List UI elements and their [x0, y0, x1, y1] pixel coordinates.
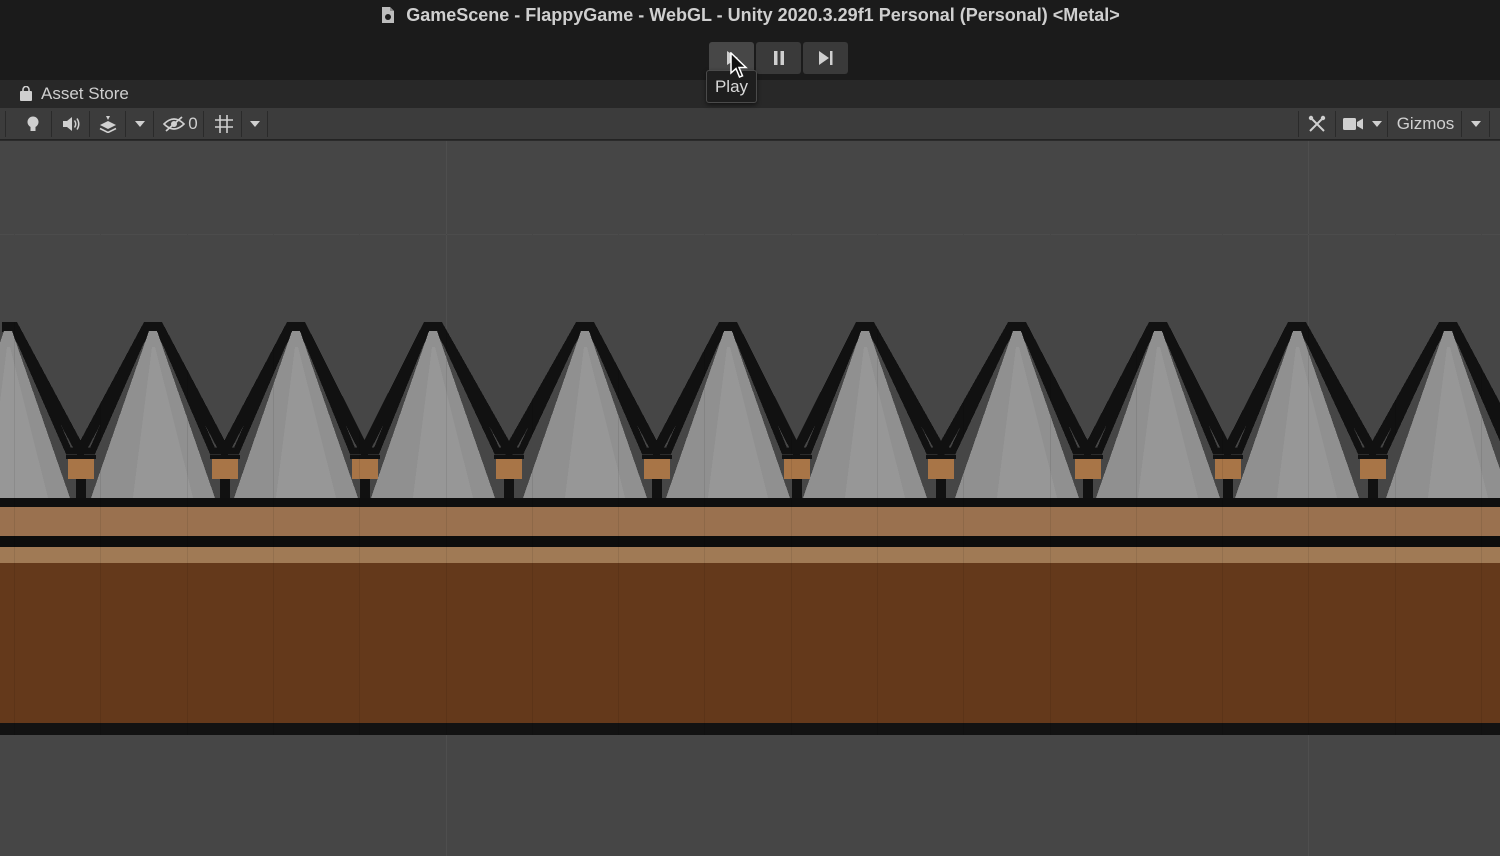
window-title: GameScene - FlappyGame - WebGL - Unity 2…: [406, 4, 1120, 25]
pause-icon: [773, 51, 784, 65]
ground-body: [0, 563, 1500, 723]
spike-base-outline: [350, 455, 380, 459]
step-icon: [818, 51, 832, 65]
gizmos-dropdown[interactable]: [1462, 111, 1490, 137]
spike-base: [352, 459, 378, 479]
spike-base: [1360, 459, 1386, 479]
grid-line: [14, 141, 15, 856]
grid-line: [877, 141, 878, 856]
spike-stem: [1083, 479, 1093, 498]
pause-button[interactable]: [756, 42, 801, 74]
grid-line: [0, 234, 1500, 235]
spike-stem: [936, 479, 946, 498]
tab-asset-store[interactable]: Asset Store: [0, 80, 129, 108]
spike-base-outline: [494, 455, 524, 459]
effects-dropdown[interactable]: [126, 111, 154, 137]
mouse-cursor-icon: [730, 52, 748, 78]
ground-platform: [0, 498, 1500, 735]
audio-toggle[interactable]: [52, 111, 90, 137]
spike-base: [644, 459, 670, 479]
spike-stem: [1368, 479, 1378, 498]
grid-line: [532, 141, 533, 856]
chevron-down-icon: [134, 121, 145, 127]
spike-stem: [220, 479, 230, 498]
spike-row: [0, 322, 1500, 498]
spike-base-outline: [642, 455, 672, 459]
scene-toolbar: 0 Gizmos: [0, 108, 1500, 140]
spike-base: [1215, 459, 1241, 479]
ground-mid-outline: [0, 536, 1500, 547]
grid-line: [187, 141, 188, 856]
scene-view[interactable]: [0, 141, 1500, 856]
grid-line: [1395, 141, 1396, 856]
ground-top-outline: [0, 498, 1500, 507]
spike-base-outline: [1213, 455, 1243, 459]
spike-base: [784, 459, 810, 479]
spike-base: [928, 459, 954, 479]
spike-stem: [76, 479, 86, 498]
chevron-down-icon: [1371, 121, 1382, 127]
speaker-icon: [62, 117, 79, 131]
grid-line: [1050, 141, 1051, 856]
spike-base-outline: [1358, 455, 1388, 459]
scene-file-icon: [380, 6, 396, 24]
spike-base-outline: [210, 455, 240, 459]
hidden-objects-toggle[interactable]: 0: [158, 111, 204, 137]
grid-line: [100, 141, 101, 856]
camera-settings-dropdown[interactable]: [1336, 111, 1388, 137]
spike-base-outline: [926, 455, 956, 459]
grid-line: [446, 141, 447, 856]
lighting-toggle[interactable]: [14, 111, 52, 137]
grid-line: [618, 141, 619, 856]
tools-icon: [1308, 115, 1326, 132]
layers-icon: [99, 116, 116, 133]
grid-line: [359, 141, 360, 856]
spike-base-outline: [782, 455, 812, 459]
grid-icon: [214, 115, 233, 133]
spike-stem: [792, 479, 802, 498]
spike-base: [68, 459, 94, 479]
spike-base: [496, 459, 522, 479]
spike-base-outline: [66, 455, 96, 459]
grid-line: [704, 141, 705, 856]
ground-highlight: [0, 547, 1500, 563]
grid-toggle[interactable]: [206, 111, 242, 137]
gizmos-button[interactable]: Gizmos: [1390, 111, 1462, 137]
spike-base: [212, 459, 238, 479]
ground-bottom-outline: [0, 723, 1500, 735]
eye-hidden-icon: [163, 116, 186, 132]
grid-line: [1481, 141, 1482, 856]
spike-stem: [360, 479, 370, 498]
camera-icon: [1342, 118, 1363, 130]
gizmos-label: Gizmos: [1396, 114, 1455, 133]
scene-canvas[interactable]: [0, 141, 1500, 856]
spike-stem: [652, 479, 662, 498]
grid-line: [1222, 141, 1223, 856]
spike-base-outline: [1073, 455, 1103, 459]
shopping-bag-icon: [20, 86, 32, 101]
ground-top-strip: [0, 507, 1500, 536]
window-title-bar: GameScene - FlappyGame - WebGL - Unity 2…: [0, 0, 1500, 30]
grid-line: [1136, 141, 1137, 856]
spike-stem: [504, 479, 514, 498]
lightbulb-icon: [27, 116, 38, 131]
effects-toggle[interactable]: [90, 111, 126, 137]
grid-line: [791, 141, 792, 856]
toolbar-edge: [0, 111, 6, 137]
tools-toggle[interactable]: [1298, 111, 1336, 137]
grid-line: [1308, 141, 1309, 856]
spike-base: [1075, 459, 1101, 479]
grid-line: [963, 141, 964, 856]
chevron-down-icon: [249, 121, 260, 127]
tab-asset-store-label: Asset Store: [41, 84, 129, 103]
grid-dropdown[interactable]: [242, 111, 268, 137]
spike-stem: [1223, 479, 1233, 498]
chevron-down-icon: [1470, 121, 1481, 127]
step-button[interactable]: [803, 42, 848, 74]
grid-line: [273, 141, 274, 856]
hidden-objects-count: 0: [188, 114, 198, 133]
